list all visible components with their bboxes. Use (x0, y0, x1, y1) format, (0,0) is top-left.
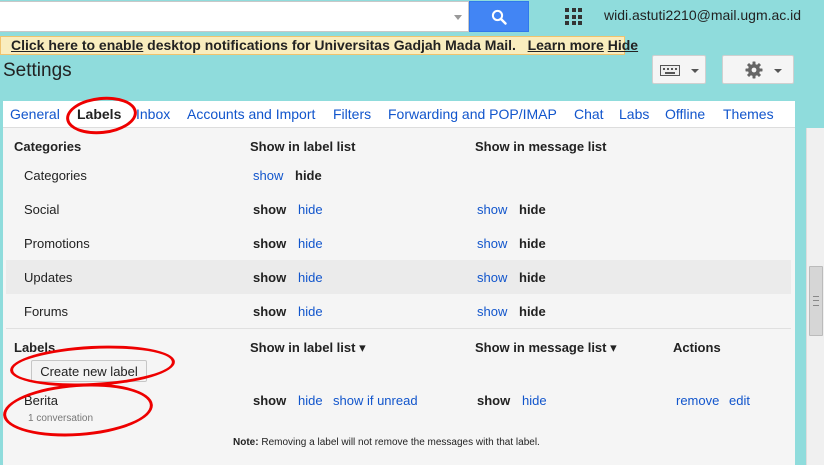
keyboard-icon (660, 65, 680, 76)
labels-note: Note: Removing a label will not remove t… (233, 437, 540, 448)
gear-icon (745, 61, 763, 79)
label-list-show-selected: show (253, 393, 287, 408)
category-name: Social (24, 202, 60, 217)
tab-accounts-and-import[interactable]: Accounts and Import (187, 106, 315, 122)
tab-general[interactable]: General (10, 106, 60, 122)
section-divider (6, 328, 791, 329)
page-scrollbar[interactable] (806, 128, 824, 465)
label-list-show-selected: show (253, 304, 287, 319)
message-list-hide-selected: hide (519, 304, 546, 319)
search-button[interactable] (469, 1, 529, 32)
input-tools-button[interactable] (652, 55, 706, 84)
notification-text: desktop notifications for Universitas Ga… (143, 37, 516, 53)
category-name: Promotions (24, 236, 90, 251)
hide-notification-link[interactable]: Hide (608, 37, 638, 53)
label-list-hide-link[interactable]: hide (298, 393, 323, 408)
col-actions: Actions (673, 340, 721, 355)
search-icon (491, 9, 507, 25)
label-list-show-link[interactable]: show (253, 168, 283, 183)
tab-forwarding-pop-imap[interactable]: Forwarding and POP/IMAP (388, 106, 557, 122)
tab-themes[interactable]: Themes (723, 106, 774, 122)
tab-filters[interactable]: Filters (333, 106, 371, 122)
message-list-hide-selected: hide (519, 202, 546, 217)
search-options-caret-icon[interactable] (454, 15, 462, 20)
message-list-show-link[interactable]: show (477, 304, 507, 319)
notification-bar: Click here to enable desktop notificatio… (0, 36, 638, 55)
label-list-hide-link[interactable]: hide (298, 270, 323, 285)
message-list-show-link[interactable]: show (477, 236, 507, 251)
chevron-down-icon (774, 69, 782, 73)
enable-notifications-link[interactable]: Click here to enable (11, 37, 143, 53)
label-list-show-if-unread-link[interactable]: show if unread (333, 393, 418, 408)
col-show-in-label-list: Show in label list (250, 139, 356, 154)
search-input[interactable] (0, 2, 468, 31)
message-list-hide-selected: hide (519, 270, 546, 285)
row-highlight (6, 260, 791, 294)
label-list-hide-link[interactable]: hide (298, 304, 323, 319)
scrollbar-thumb[interactable] (809, 266, 823, 336)
label-list-hide-selected: hide (295, 168, 322, 183)
edit-label-link[interactable]: edit (729, 393, 750, 408)
message-list-hide-link[interactable]: hide (522, 393, 547, 408)
tab-offline[interactable]: Offline (665, 106, 705, 122)
message-list-hide-selected: hide (519, 236, 546, 251)
page-title: Settings (3, 60, 72, 81)
label-list-hide-link[interactable]: hide (298, 236, 323, 251)
label-list-show-selected: show (253, 202, 287, 217)
account-email[interactable]: widi.astuti2210@mail.ugm.ac.id (604, 7, 801, 23)
chevron-down-icon (691, 69, 699, 73)
message-list-show-link[interactable]: show (477, 202, 507, 217)
learn-more-link[interactable]: Learn more (528, 37, 604, 53)
tab-chat[interactable]: Chat (574, 106, 604, 122)
label-list-hide-link[interactable]: hide (298, 202, 323, 217)
col-show-in-message-list: Show in message list (475, 139, 607, 154)
label-list-show-selected: show (253, 270, 287, 285)
settings-gear-button[interactable] (722, 55, 794, 84)
category-name: Categories (24, 168, 87, 183)
message-list-show-selected: show (477, 393, 511, 408)
categories-header: Categories (14, 139, 82, 154)
note-text: Removing a label will not remove the mes… (258, 437, 540, 448)
col-show-in-message-list-sortable[interactable]: Show in message list ▾ (475, 340, 617, 356)
label-list-show-selected: show (253, 236, 287, 251)
category-name: Updates (24, 270, 73, 285)
remove-label-link[interactable]: remove (676, 393, 719, 408)
search-box (0, 1, 469, 32)
message-list-show-link[interactable]: show (477, 270, 507, 285)
col-show-in-label-list-sortable[interactable]: Show in label list ▾ (250, 340, 366, 356)
category-name: Forums (24, 304, 69, 319)
note-prefix: Note: (233, 437, 259, 448)
tab-labs[interactable]: Labs (619, 106, 649, 122)
tab-inbox[interactable]: Inbox (136, 106, 170, 122)
apps-grid-icon[interactable] (565, 8, 582, 25)
